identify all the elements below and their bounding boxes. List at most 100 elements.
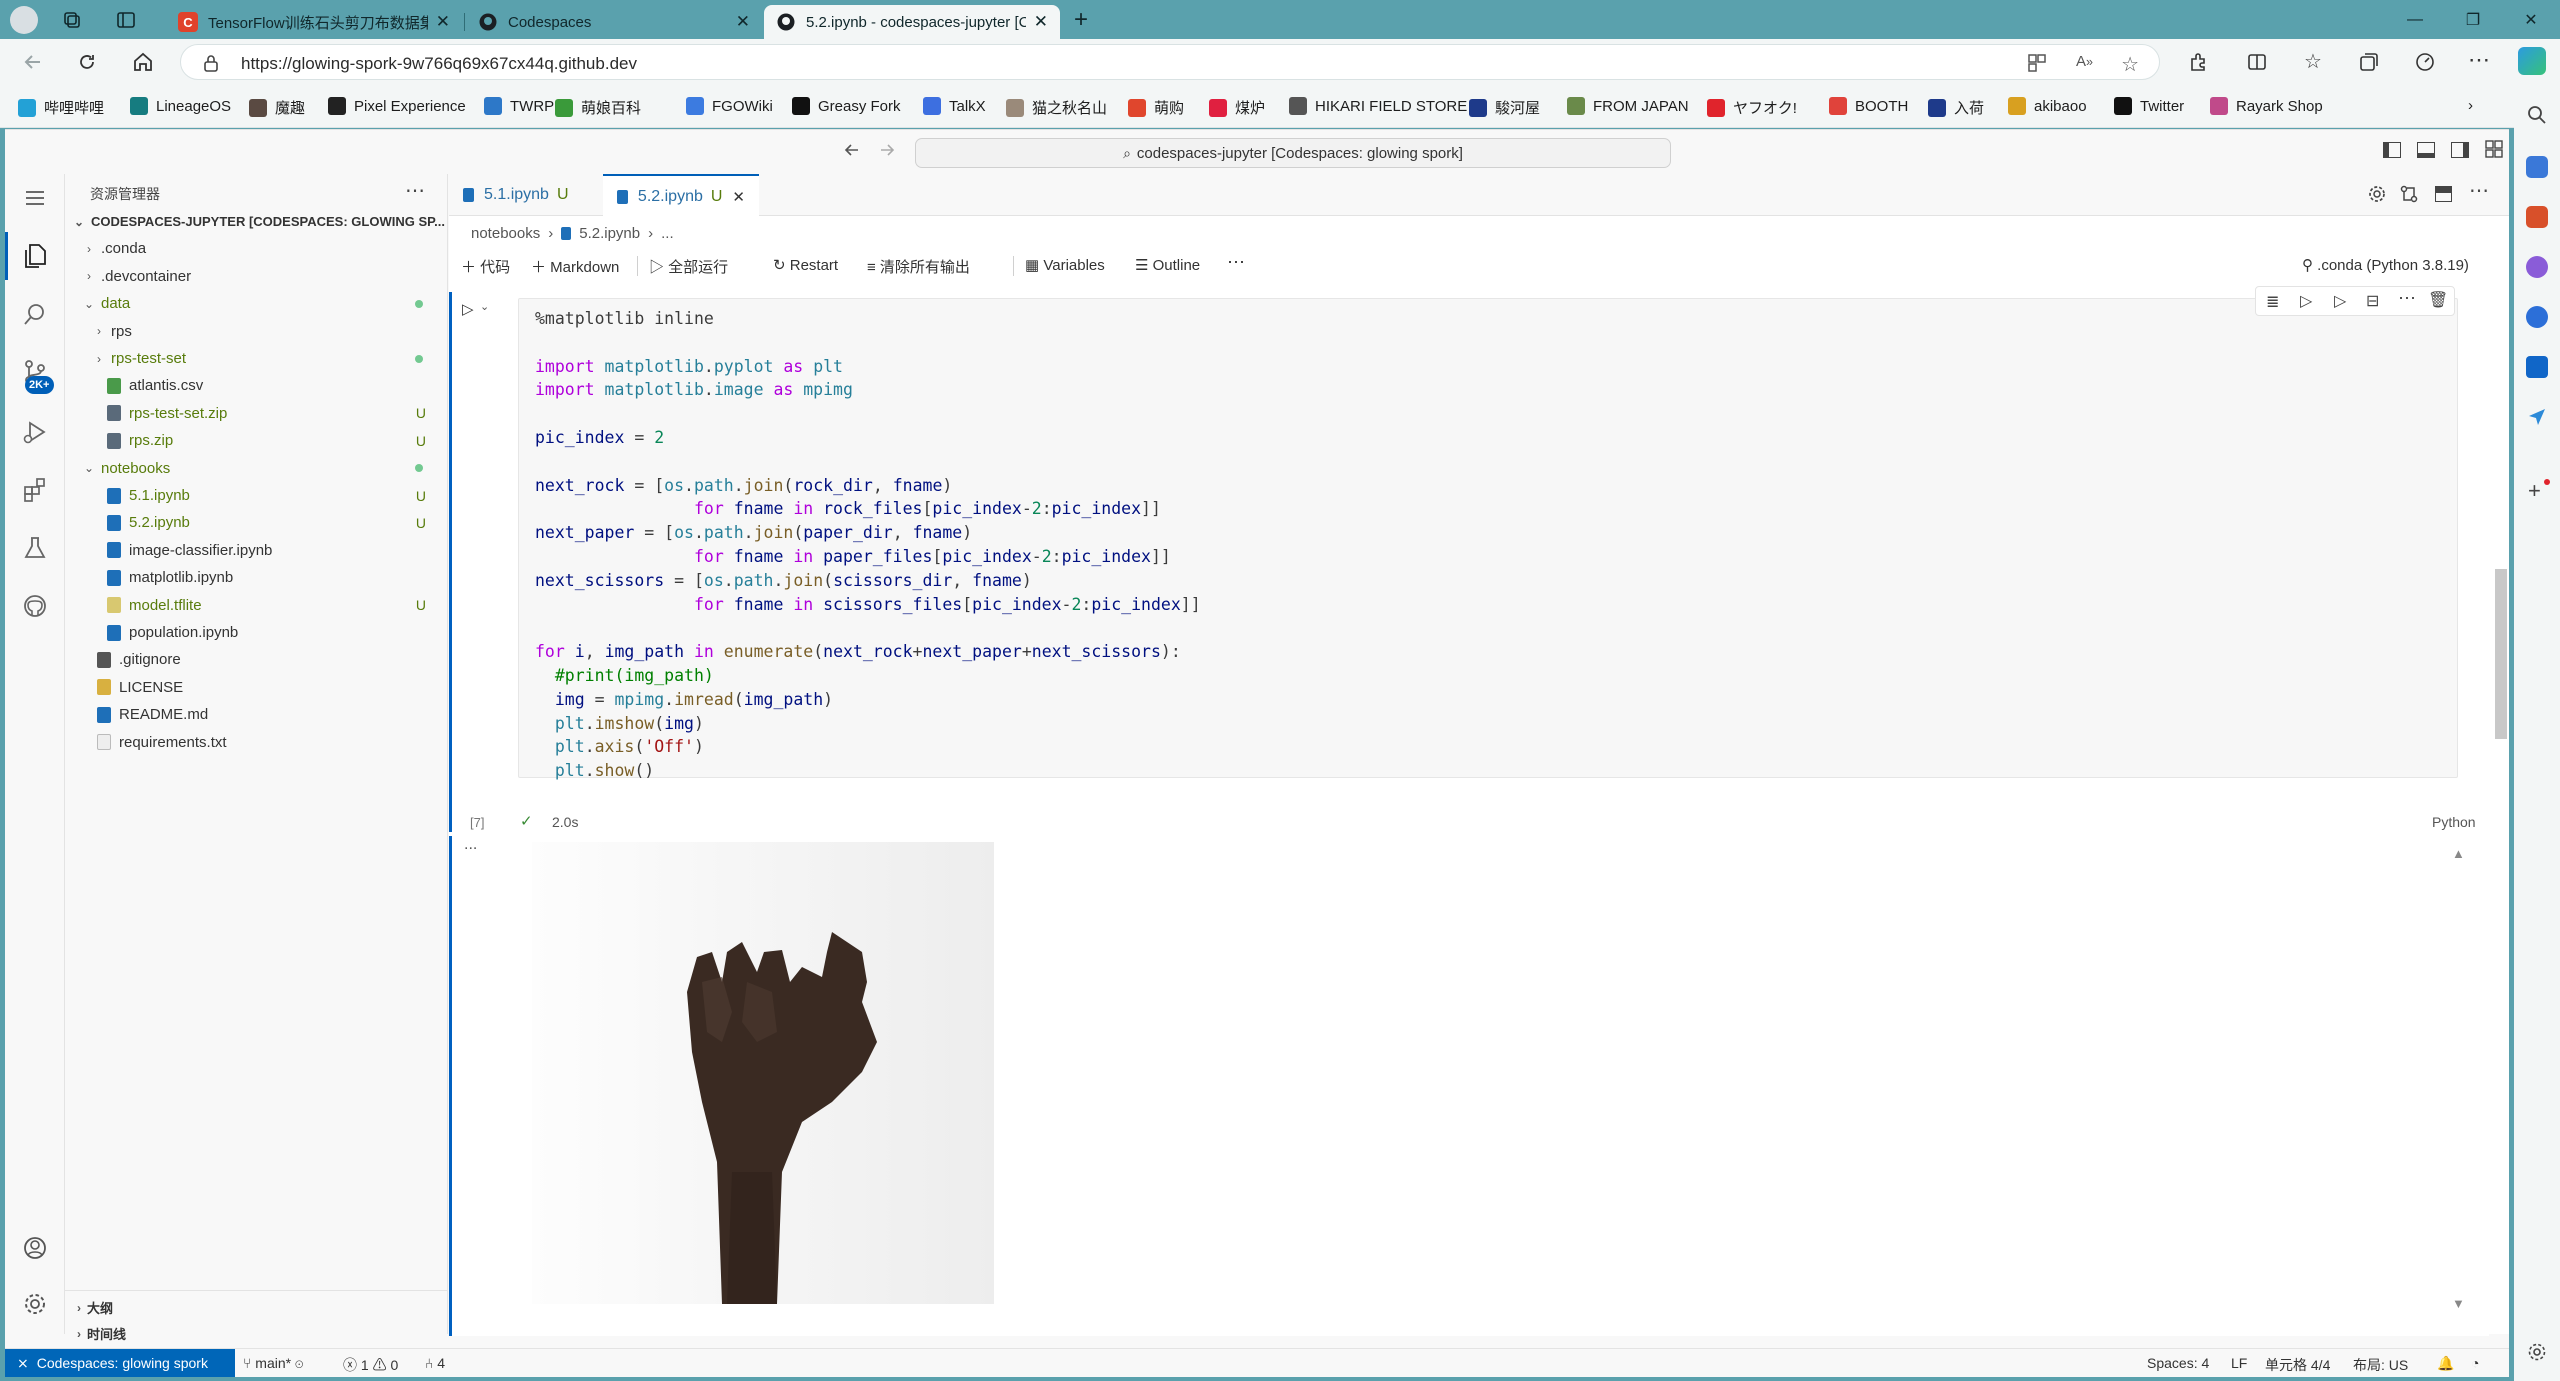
customize-layout-icon[interactable] [2485,140,2503,158]
bookmark-16[interactable]: BOOTH [1829,97,1908,115]
cell-language[interactable]: Python [2432,814,2476,830]
outline-button[interactable]: ☰ Outline [1135,256,1200,274]
tree-item[interactable]: .gitignore [65,646,448,673]
bookmark-6[interactable]: FGOWiki [686,97,773,115]
chevron-down-icon[interactable]: ⌄ [480,300,489,313]
tree-item[interactable]: 5.2.ipynb U [65,509,448,536]
more-actions-icon[interactable]: ⋯ [405,178,425,203]
add-markdown-button[interactable]: ＋ Markdown [531,256,619,277]
profile-avatar[interactable] [10,6,38,34]
copilot-sidebar-icon[interactable] [2526,306,2548,328]
tree-item[interactable]: 5.1.ipynb U [65,482,448,509]
bookmark-10[interactable]: 萌购 [1128,97,1184,118]
bookmark-1[interactable]: LineageOS [130,97,231,115]
output-more-icon[interactable]: ... [464,836,477,854]
clear-outputs-button[interactable]: ≡ 清除所有输出 [867,256,970,277]
toggle-panel-icon[interactable] [2417,142,2435,158]
bookmark-13[interactable]: 駿河屋 [1469,97,1540,118]
breadcrumb-more[interactable]: ... [661,225,674,242]
toggle-secondary-sidebar-icon[interactable] [2451,142,2469,158]
close-icon[interactable]: ✕ [1034,12,1048,32]
workspaces-icon[interactable] [62,10,82,30]
editor-tab-5-1[interactable]: 5.1.ipynb U [449,174,599,216]
new-tab-icon[interactable]: + [1074,6,1088,34]
bell-icon[interactable]: 🔔 [2437,1355,2454,1372]
bookmark-12[interactable]: HIKARI FIELD STORE [1289,97,1467,115]
tag-icon[interactable] [2526,156,2548,178]
extensions-icon[interactable] [17,472,53,508]
tree-item[interactable]: rps.zip U [65,427,448,454]
gear-icon[interactable] [2526,1341,2548,1363]
outline-section[interactable]: › 大纲 [65,1294,448,1321]
eol-indicator[interactable]: LF [2231,1355,2247,1371]
add-code-button[interactable]: ＋ 代码 [461,256,510,277]
split-screen-icon[interactable] [2246,51,2268,73]
more-actions-icon[interactable]: ⋯ [2398,288,2416,309]
editor-tab-5-2[interactable]: 5.2.ipynb U ✕ [603,174,759,217]
restart-button[interactable]: ↻ Restart [773,256,838,274]
tree-item[interactable]: rps-test-set.zip U [65,400,448,427]
run-cell-icon[interactable]: ▷ [462,300,474,318]
tree-item[interactable]: atlantis.csv [65,372,448,399]
breadcrumb-folder[interactable]: notebooks [471,225,540,242]
gear-icon[interactable] [17,1286,53,1322]
github-icon[interactable] [17,588,53,624]
variables-button[interactable]: ▦ Variables [1025,256,1105,274]
split-editor-icon[interactable] [2435,186,2452,202]
problems-indicator[interactable]: ⓧ 1 ⚠ 0 [343,1355,398,1375]
toggle-sidebar-icon[interactable] [2383,142,2401,158]
maximize-button[interactable]: ❐ [2444,0,2502,39]
bookmark-9[interactable]: 猫之秋名山 [1006,97,1107,118]
menu-icon[interactable] [17,180,53,216]
execute-below-icon[interactable]: ▷ [2334,291,2346,311]
code-cell[interactable]: ▷ ⌄ %matplotlib inline import matplotlib.… [449,286,2489,832]
send-icon[interactable] [2526,406,2548,428]
extensions-icon[interactable] [2188,51,2210,73]
open-changes-icon[interactable] [2399,184,2419,204]
remote-indicator[interactable]: ⨯ Codespaces: glowing spork [5,1349,235,1377]
tree-item[interactable]: › rps-test-set [65,345,448,372]
bookmark-4[interactable]: TWRP [484,97,554,115]
copilot-status-icon[interactable]: ◔ [2471,1355,2479,1371]
outlook-icon[interactable] [2526,356,2548,378]
favorites-icon[interactable]: ☆ [2304,49,2322,74]
ports-indicator[interactable]: ⑃ 4 [425,1355,445,1371]
app-available-icon[interactable] [2027,53,2047,73]
run-all-button[interactable]: ▷ 全部运行 [649,256,728,277]
bookmark-14[interactable]: FROM JAPAN [1567,97,1689,115]
delete-icon[interactable]: 🗑 [2428,290,2448,310]
close-window-button[interactable]: ✕ [2502,0,2560,39]
scrollbar-thumb[interactable] [2495,569,2507,739]
run-debug-icon[interactable] [17,414,53,450]
close-icon[interactable]: ✕ [736,12,750,32]
back-icon[interactable] [22,51,44,73]
search-icon[interactable] [2526,104,2548,126]
bookmark-15[interactable]: ヤフオク! [1707,97,1797,118]
more-menu-icon[interactable]: ⋯ [2468,47,2490,73]
home-icon[interactable] [132,51,154,73]
bookmark-17[interactable]: 入荷 [1928,97,1984,118]
tree-item[interactable]: ⌄ CODESPACES-JUPYTER [CODESPACES: GLOWING… [65,208,448,235]
read-aloud-icon[interactable]: A» [2076,53,2093,70]
accounts-icon[interactable] [17,1230,53,1266]
code-editor[interactable]: %matplotlib inline import matplotlib.pypl… [518,298,2458,780]
minimize-button[interactable]: — [2386,0,2444,39]
close-icon[interactable]: ✕ [732,188,745,206]
copilot-icon[interactable] [2518,47,2546,75]
tree-item[interactable]: › rps [65,318,448,345]
scroll-down-icon[interactable]: ▼ [2452,1296,2465,1311]
indentation-indicator[interactable]: Spaces: 4 [2147,1355,2209,1371]
bookmark-19[interactable]: Twitter [2114,97,2184,115]
cell-indicator[interactable]: 单元格 4/4 [2265,1355,2330,1375]
run-by-line-icon[interactable]: ≣ [2266,292,2279,312]
tree-item[interactable]: image-classifier.ipynb [65,537,448,564]
tree-item[interactable]: › .devcontainer [65,263,448,290]
browser-tab-3[interactable]: 5.2.ipynb - codespaces-jupyter [C ✕ [764,5,1060,39]
split-cell-icon[interactable]: ⊟ [2366,291,2379,311]
layout-indicator[interactable]: 布局: US [2353,1355,2408,1375]
tab-actions-icon[interactable] [116,10,136,30]
shopping-icon[interactable] [2526,206,2548,228]
nav-forward-icon[interactable] [877,140,897,160]
tree-item[interactable]: requirements.txt [65,729,448,756]
tree-item[interactable]: model.tflite U [65,592,448,619]
